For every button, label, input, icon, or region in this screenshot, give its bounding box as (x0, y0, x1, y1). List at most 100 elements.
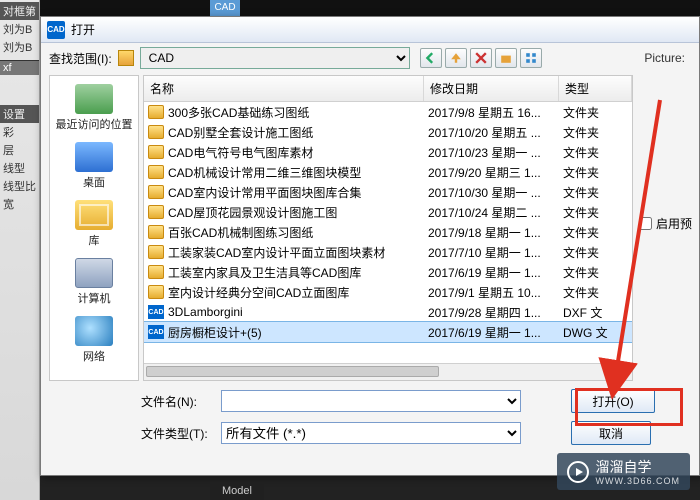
file-name: CAD别墅全套设计施工图纸 (168, 124, 428, 141)
dialog-bottom: 文件名(N): 打开(O) 文件类型(T): 所有文件 (*.*) 取消 (41, 383, 699, 449)
cad-file-icon: CAD (148, 305, 164, 319)
file-date: 2017/10/30 星期一 ... (428, 184, 563, 201)
host-left-palette: 对框第 刘为B 刘为B xf 设置 彩 层 线型 线型比 宽 (0, 0, 40, 500)
folder-icon (148, 105, 164, 119)
file-name: CAD屋顶花园景观设计图施工图 (168, 204, 428, 221)
file-row[interactable]: CAD3DLamborgini2017/9/28 星期四 1...DXF 文 (144, 302, 632, 322)
file-row[interactable]: CAD屋顶花园景观设计图施工图2017/10/24 星期二 ...文件夹 (144, 202, 632, 222)
folder-icon (148, 165, 164, 179)
lookup-label: 查找范围(I): (49, 50, 112, 67)
file-type: 文件夹 (563, 244, 632, 261)
file-date: 2017/9/8 星期五 16... (428, 104, 563, 121)
file-type: 文件夹 (563, 264, 632, 281)
picture-label: Picture: (644, 51, 691, 65)
lookup-row: 查找范围(I): CAD Picture: (41, 43, 699, 73)
file-date: 2017/10/24 星期二 ... (428, 204, 563, 221)
file-date: 2017/7/10 星期一 1... (428, 244, 563, 261)
file-date: 2017/10/20 星期五 ... (428, 124, 563, 141)
col-name[interactable]: 名称 (144, 76, 424, 101)
file-date: 2017/9/1 星期五 10... (428, 284, 563, 301)
filter-label: 文件类型(T): (141, 425, 211, 442)
file-date: 2017/6/19 星期一 1... (428, 324, 563, 341)
file-date: 2017/10/23 星期一 ... (428, 144, 563, 161)
place-desktop[interactable]: 桌面 (75, 142, 113, 190)
place-computer[interactable]: 计算机 (75, 258, 113, 306)
file-name: 工装室内家具及卫生洁具等CAD图库 (168, 264, 428, 281)
model-tab[interactable]: Model (210, 482, 264, 500)
horizontal-scrollbar[interactable]: ◄ ► (144, 363, 632, 380)
file-type: DWG 文 (563, 324, 632, 341)
folder-icon (148, 125, 164, 139)
file-name: 300多张CAD基础练习图纸 (168, 104, 428, 121)
file-name: 3DLamborgini (168, 305, 428, 319)
recent-icon (75, 84, 113, 114)
file-name: 工装家装CAD室内设计平面立面图块素材 (168, 244, 428, 261)
delete-button[interactable] (470, 48, 492, 68)
toolbar-icons (420, 48, 542, 68)
folder-icon (148, 285, 164, 299)
filename-input[interactable] (221, 390, 521, 412)
column-headers[interactable]: 名称 修改日期 类型 (144, 76, 632, 102)
col-date[interactable]: 修改日期 (424, 76, 559, 101)
file-row[interactable]: CAD室内设计常用平面图块图库合集2017/10/30 星期一 ...文件夹 (144, 182, 632, 202)
folder-icon (148, 225, 164, 239)
up-button[interactable] (445, 48, 467, 68)
views-button[interactable] (520, 48, 542, 68)
open-dialog: CAD 打开 查找范围(I): CAD Picture: 最近访问的位置 桌面 … (40, 16, 700, 476)
file-type: 文件夹 (563, 284, 632, 301)
col-type[interactable]: 类型 (559, 76, 632, 101)
file-date: 2017/6/19 星期一 1... (428, 264, 563, 281)
watermark: 溜溜自学 WWW.3D66.COM (557, 453, 690, 490)
file-name: CAD机械设计常用二维三维图块模型 (168, 164, 428, 181)
folder-icon (148, 145, 164, 159)
filter-select[interactable]: 所有文件 (*.*) (221, 422, 521, 444)
new-folder-button[interactable] (495, 48, 517, 68)
file-row[interactable]: CAD电气符号电气图库素材2017/10/23 星期一 ...文件夹 (144, 142, 632, 162)
file-rows[interactable]: 300多张CAD基础练习图纸2017/9/8 星期五 16...文件夹CAD别墅… (144, 102, 632, 363)
dialog-titlebar[interactable]: CAD 打开 (41, 17, 699, 43)
file-type: DXF 文 (563, 304, 632, 321)
file-row[interactable]: CAD厨房橱柜设计+(5)2017/6/19 星期一 1...DWG 文 (144, 322, 632, 342)
lookup-select[interactable]: CAD (140, 47, 410, 69)
scroll-thumb[interactable] (146, 366, 439, 377)
file-type: 文件夹 (563, 104, 632, 121)
file-type: 文件夹 (563, 224, 632, 241)
palette-row: 对框第 (0, 2, 39, 20)
computer-icon (75, 258, 113, 288)
cad-badge: CAD (210, 0, 240, 16)
place-recent[interactable]: 最近访问的位置 (56, 84, 133, 132)
file-row[interactable]: 室内设计经典分空间CAD立面图库2017/9/1 星期五 10...文件夹 (144, 282, 632, 302)
open-button[interactable]: 打开(O) (571, 389, 655, 413)
host-titlebar-left (40, 0, 210, 16)
folder-icon (148, 205, 164, 219)
places-bar: 最近访问的位置 桌面 库 计算机 网络 (49, 75, 139, 381)
file-row[interactable]: 工装家装CAD室内设计平面立面图块素材2017/7/10 星期一 1...文件夹 (144, 242, 632, 262)
place-network[interactable]: 网络 (75, 316, 113, 364)
file-row[interactable]: CAD别墅全套设计施工图纸2017/10/20 星期五 ...文件夹 (144, 122, 632, 142)
cad-app-icon: CAD (47, 21, 65, 39)
file-type: 文件夹 (563, 204, 632, 221)
file-listview[interactable]: 名称 修改日期 类型 300多张CAD基础练习图纸2017/9/8 星期五 16… (143, 75, 633, 381)
file-date: 2017/9/20 星期三 1... (428, 164, 563, 181)
file-row[interactable]: 工装室内家具及卫生洁具等CAD图库2017/6/19 星期一 1...文件夹 (144, 262, 632, 282)
folder-icon (148, 185, 164, 199)
file-row[interactable]: 百张CAD机械制图练习图纸2017/9/18 星期一 1...文件夹 (144, 222, 632, 242)
place-library[interactable]: 库 (75, 200, 113, 248)
back-button[interactable] (420, 48, 442, 68)
file-row[interactable]: 300多张CAD基础练习图纸2017/9/8 星期五 16...文件夹 (144, 102, 632, 122)
enable-preview-checkbox[interactable]: 启用预 (639, 215, 699, 232)
play-icon (567, 461, 589, 483)
file-type: 文件夹 (563, 184, 632, 201)
file-name: 厨房橱柜设计+(5) (168, 324, 428, 341)
scroll-right-arrow[interactable]: ► (615, 364, 632, 381)
file-row[interactable]: CAD机械设计常用二维三维图块模型2017/9/20 星期三 1...文件夹 (144, 162, 632, 182)
file-name: CAD电气符号电气图库素材 (168, 144, 428, 161)
cancel-button[interactable]: 取消 (571, 421, 651, 445)
file-name: CAD室内设计常用平面图块图库合集 (168, 184, 428, 201)
folder-icon (118, 50, 134, 66)
preview-options: 启用预 (639, 75, 699, 381)
host-titlebar (240, 0, 700, 16)
folder-icon (148, 265, 164, 279)
filename-label: 文件名(N): (141, 393, 211, 410)
file-name: 室内设计经典分空间CAD立面图库 (168, 284, 428, 301)
